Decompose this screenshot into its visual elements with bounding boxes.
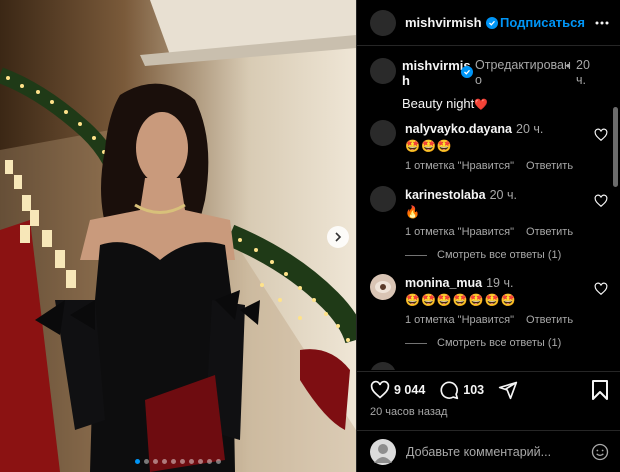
chevron-right-icon <box>335 232 342 242</box>
comment-item: monina_mua 19 ч. 🤩🤩🤩🤩🤩🤩🤩 1 отметка "Нрави… <box>370 274 610 326</box>
view-replies-label[interactable]: Смотреть все ответы (1) <box>437 249 561 261</box>
like-comment-heart-icon[interactable] <box>594 128 608 142</box>
like-button[interactable]: 9 044 <box>370 380 425 400</box>
scrollbar-thumb[interactable] <box>613 107 618 187</box>
action-buttons: 9 044 103 <box>370 380 532 400</box>
share-button[interactable] <box>498 380 518 400</box>
author-avatar[interactable] <box>370 9 396 36</box>
view-replies-label[interactable]: Смотреть все ответы (1) <box>437 337 561 349</box>
verified-badge-icon <box>461 66 473 78</box>
replies-line <box>405 342 427 344</box>
comment-button[interactable]: 103 <box>439 380 484 400</box>
likes-count[interactable]: 9 044 <box>394 383 425 397</box>
more-options-icon[interactable] <box>595 16 609 30</box>
comment-item: nalyvayko.dayana 20 ч. 🤩🤩🤩 1 отметка "Нра… <box>370 120 610 172</box>
comment-meta: 1 отметка "Нравится" Ответить <box>405 314 573 326</box>
carousel-dot <box>198 459 203 464</box>
comment-time: 20 ч. <box>489 188 517 202</box>
post-header: mishvirmish Подписаться <box>357 0 620 46</box>
separator-dot: • <box>566 58 571 73</box>
reply-button[interactable]: Ответить <box>526 314 573 326</box>
carousel-dot <box>216 459 221 464</box>
comments-scrollbar[interactable] <box>612 47 620 370</box>
verified-badge-icon <box>485 16 498 29</box>
post-panel: mishvirmish Подписаться mishvirmis h Отр… <box>356 0 620 472</box>
caption-username[interactable]: mishvirmis h <box>402 58 471 88</box>
emoji-icon[interactable] <box>591 443 609 461</box>
comment-username[interactable]: monina_mua <box>405 276 482 290</box>
carousel-indicator <box>0 459 356 464</box>
carousel-dot <box>153 459 158 464</box>
caption-text: Beauty night❤️ <box>402 96 488 111</box>
comment-time: 19 ч. <box>486 276 514 290</box>
view-replies-button[interactable]: Смотреть все ответы (1) <box>405 249 561 261</box>
carousel-dot <box>135 459 140 464</box>
comment-item: karinestolaba 20 ч. 🔥 1 отметка "Нравится… <box>370 186 610 238</box>
add-comment-bar <box>357 430 620 472</box>
photo-scene <box>0 0 356 472</box>
carousel-dot <box>171 459 176 464</box>
caption-time: 20 ч. <box>576 58 596 88</box>
comment-input[interactable] <box>406 444 591 459</box>
comment-header: karinestolaba 20 ч. <box>405 188 517 202</box>
follow-button[interactable]: Подписаться <box>500 15 585 30</box>
comment-header: monina_mua 19 ч. <box>405 276 513 290</box>
comment-time: 20 ч. <box>516 122 544 136</box>
comment-avatar[interactable] <box>370 274 396 300</box>
carousel-next-button[interactable] <box>327 226 349 248</box>
reply-button[interactable]: Ответить <box>526 160 573 172</box>
comment-likes-count[interactable]: 1 отметка "Нравится" <box>405 226 514 238</box>
comments-list[interactable]: mishvirmis h Отредактирован о • 20 ч. Be… <box>357 47 620 370</box>
comment-avatar[interactable] <box>370 362 396 370</box>
author-username[interactable]: mishvirmish <box>405 15 482 30</box>
view-replies-button[interactable]: Смотреть все ответы (1) <box>405 337 561 349</box>
carousel-dot <box>144 459 149 464</box>
reply-button[interactable]: Ответить <box>526 226 573 238</box>
current-user-avatar <box>370 438 396 465</box>
save-button[interactable] <box>591 380 609 403</box>
heart-icon <box>370 380 390 399</box>
post-image[interactable] <box>0 0 356 472</box>
carousel-dot <box>207 459 212 464</box>
heart-emoji: ❤️ <box>474 99 488 111</box>
caption-avatar[interactable] <box>370 58 396 84</box>
caption-time-unit: ч. <box>576 73 586 87</box>
caption-body: Beauty night <box>402 96 475 111</box>
share-icon <box>498 381 518 400</box>
caption-username-part2[interactable]: h <box>402 73 410 88</box>
like-comment-heart-icon[interactable] <box>594 282 608 296</box>
comment-header: nalyvayko.dayana 20 ч. <box>405 122 543 136</box>
comments-count[interactable]: 103 <box>463 383 484 397</box>
edited-text-tail: о <box>475 73 482 87</box>
carousel-dot <box>162 459 167 464</box>
comment-text: 🤩🤩🤩🤩🤩🤩🤩 <box>405 293 517 307</box>
replies-line <box>405 254 427 256</box>
like-comment-heart-icon[interactable] <box>594 194 608 208</box>
author-name[interactable]: mishvirmish <box>405 15 498 30</box>
post-timestamp: 20 часов назад <box>370 406 448 418</box>
comment-avatar[interactable] <box>370 186 396 212</box>
carousel-dot <box>189 459 194 464</box>
comment-text: 🤩🤩🤩 <box>405 139 453 153</box>
bookmark-icon <box>592 380 608 400</box>
comment-username[interactable]: nalyvayko.dayana <box>405 122 512 136</box>
comment-likes-count[interactable]: 1 отметка "Нравится" <box>405 160 514 172</box>
comment-text: 🔥 <box>405 205 421 219</box>
comment-icon <box>440 381 459 400</box>
comment-meta: 1 отметка "Нравится" Ответить <box>405 226 573 238</box>
caption-time-value: 20 <box>576 58 590 72</box>
comment-avatar[interactable] <box>370 120 396 146</box>
carousel-dot <box>180 459 185 464</box>
comment-username[interactable]: karinestolaba <box>405 188 486 202</box>
edited-label: Отредактирован о <box>475 58 571 88</box>
post-actions: 9 044 103 20 часов назад <box>357 371 620 429</box>
edited-text: Отредактирован <box>475 58 571 72</box>
comment-meta: 1 отметка "Нравится" Ответить <box>405 160 573 172</box>
comment-likes-count[interactable]: 1 отметка "Нравится" <box>405 314 514 326</box>
